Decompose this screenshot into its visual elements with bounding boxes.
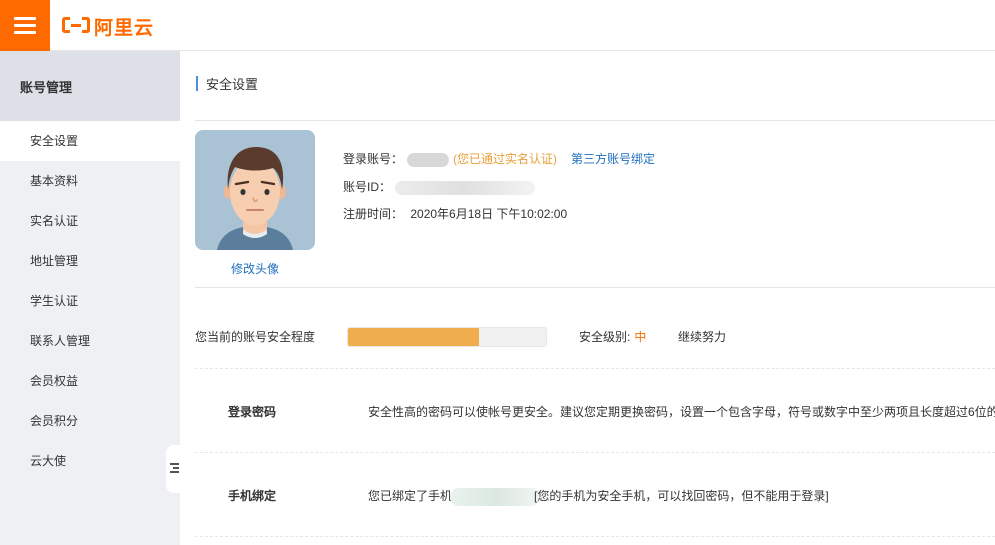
account-id-row: 账号ID： — [343, 178, 536, 195]
divider — [195, 368, 995, 369]
redacted-account — [407, 152, 450, 167]
security-level: 安全级别: 中 — [579, 328, 646, 345]
menu-button[interactable] — [0, 0, 50, 51]
collapse-icon-bar — [170, 471, 179, 473]
collapse-icon-bar — [173, 467, 179, 469]
login-password-desc: 安全性高的密码可以使帐号更安全。建议您定期更换密码，设置一个包含字母，符号或数字… — [368, 405, 995, 419]
title-marker — [196, 75, 198, 91]
divider — [195, 120, 995, 121]
redacted-account-id — [395, 180, 536, 195]
top-bar: 阿里云 — [0, 0, 995, 51]
redacted-phone — [450, 487, 541, 506]
phone-binding-desc: 您已绑定了手机 [您的手机为安全手机，可以找回密码，但不能用于登录] — [368, 487, 829, 506]
change-avatar-link[interactable]: 修改头像 — [195, 260, 315, 277]
security-level-value: 中 — [634, 330, 647, 344]
divider — [195, 536, 995, 537]
sidebar: 账号管理 安全设置 基本资料 实名认证 地址管理 学生认证 联系人管理 会员权益… — [0, 51, 180, 545]
security-progress-fill — [348, 328, 479, 346]
phone-binding-title: 手机绑定 — [228, 489, 277, 503]
avatar[interactable] — [195, 130, 315, 250]
collapse-icon — [170, 463, 179, 465]
account-id-label: 账号ID： — [343, 180, 392, 194]
avatar-person-icon — [217, 147, 293, 250]
sidebar-title: 账号管理 — [0, 51, 180, 121]
security-level-label: 您当前的账号安全程度 — [195, 330, 316, 344]
sidebar-item-student-auth[interactable]: 学生认证 — [0, 281, 180, 321]
sidebar-item-ambassador[interactable]: 云大使 — [0, 441, 180, 481]
login-password-title: 登录密码 — [228, 405, 277, 419]
logo-icon — [62, 16, 90, 36]
verified-status: (您已通过实名认证) — [453, 152, 558, 166]
login-account-label: 登录账号： — [343, 152, 404, 166]
register-time-row: 注册时间： 2020年6月18日 下午10:02:00 — [343, 205, 567, 222]
register-time-value: 2020年6月18日 下午10:02:00 — [410, 207, 568, 221]
phone-binding-suffix: [您的手机为安全手机，可以找回密码，但不能用于登录] — [534, 489, 829, 503]
sidebar-item-security-settings[interactable]: 安全设置 — [0, 121, 180, 161]
sidebar-item-real-name-auth[interactable]: 实名认证 — [0, 201, 180, 241]
phone-binding-prefix: 您已绑定了手机 — [368, 489, 453, 503]
security-progress-bar — [347, 327, 547, 347]
sidebar-item-basic-info[interactable]: 基本资料 — [0, 161, 180, 201]
main-content: 安全设置 修改头像 登录账号： (您已通过实名认证) 第三方账号绑定 账号ID： 注… — [180, 51, 995, 545]
logo-text: 阿里云 — [94, 17, 155, 39]
divider — [195, 287, 995, 288]
sidebar-item-address[interactable]: 地址管理 — [0, 241, 180, 281]
register-time-label: 注册时间： — [343, 207, 404, 221]
login-account-row: 登录账号： (您已通过实名认证) 第三方账号绑定 — [343, 150, 655, 167]
third-party-binding-link[interactable]: 第三方账号绑定 — [571, 152, 655, 166]
sidebar-item-contacts[interactable]: 联系人管理 — [0, 321, 180, 361]
security-advice: 继续努力 — [678, 330, 727, 344]
divider — [195, 452, 995, 453]
security-level-text: 安全级别: — [579, 330, 631, 344]
sidebar-collapse-handle[interactable] — [166, 445, 180, 493]
page-title: 安全设置 — [196, 75, 259, 92]
sidebar-item-member-points[interactable]: 会员积分 — [0, 401, 180, 441]
aliyun-logo[interactable]: 阿里云 — [62, 13, 154, 39]
page-title-text: 安全设置 — [206, 76, 259, 92]
sidebar-item-member-benefits[interactable]: 会员权益 — [0, 361, 180, 401]
